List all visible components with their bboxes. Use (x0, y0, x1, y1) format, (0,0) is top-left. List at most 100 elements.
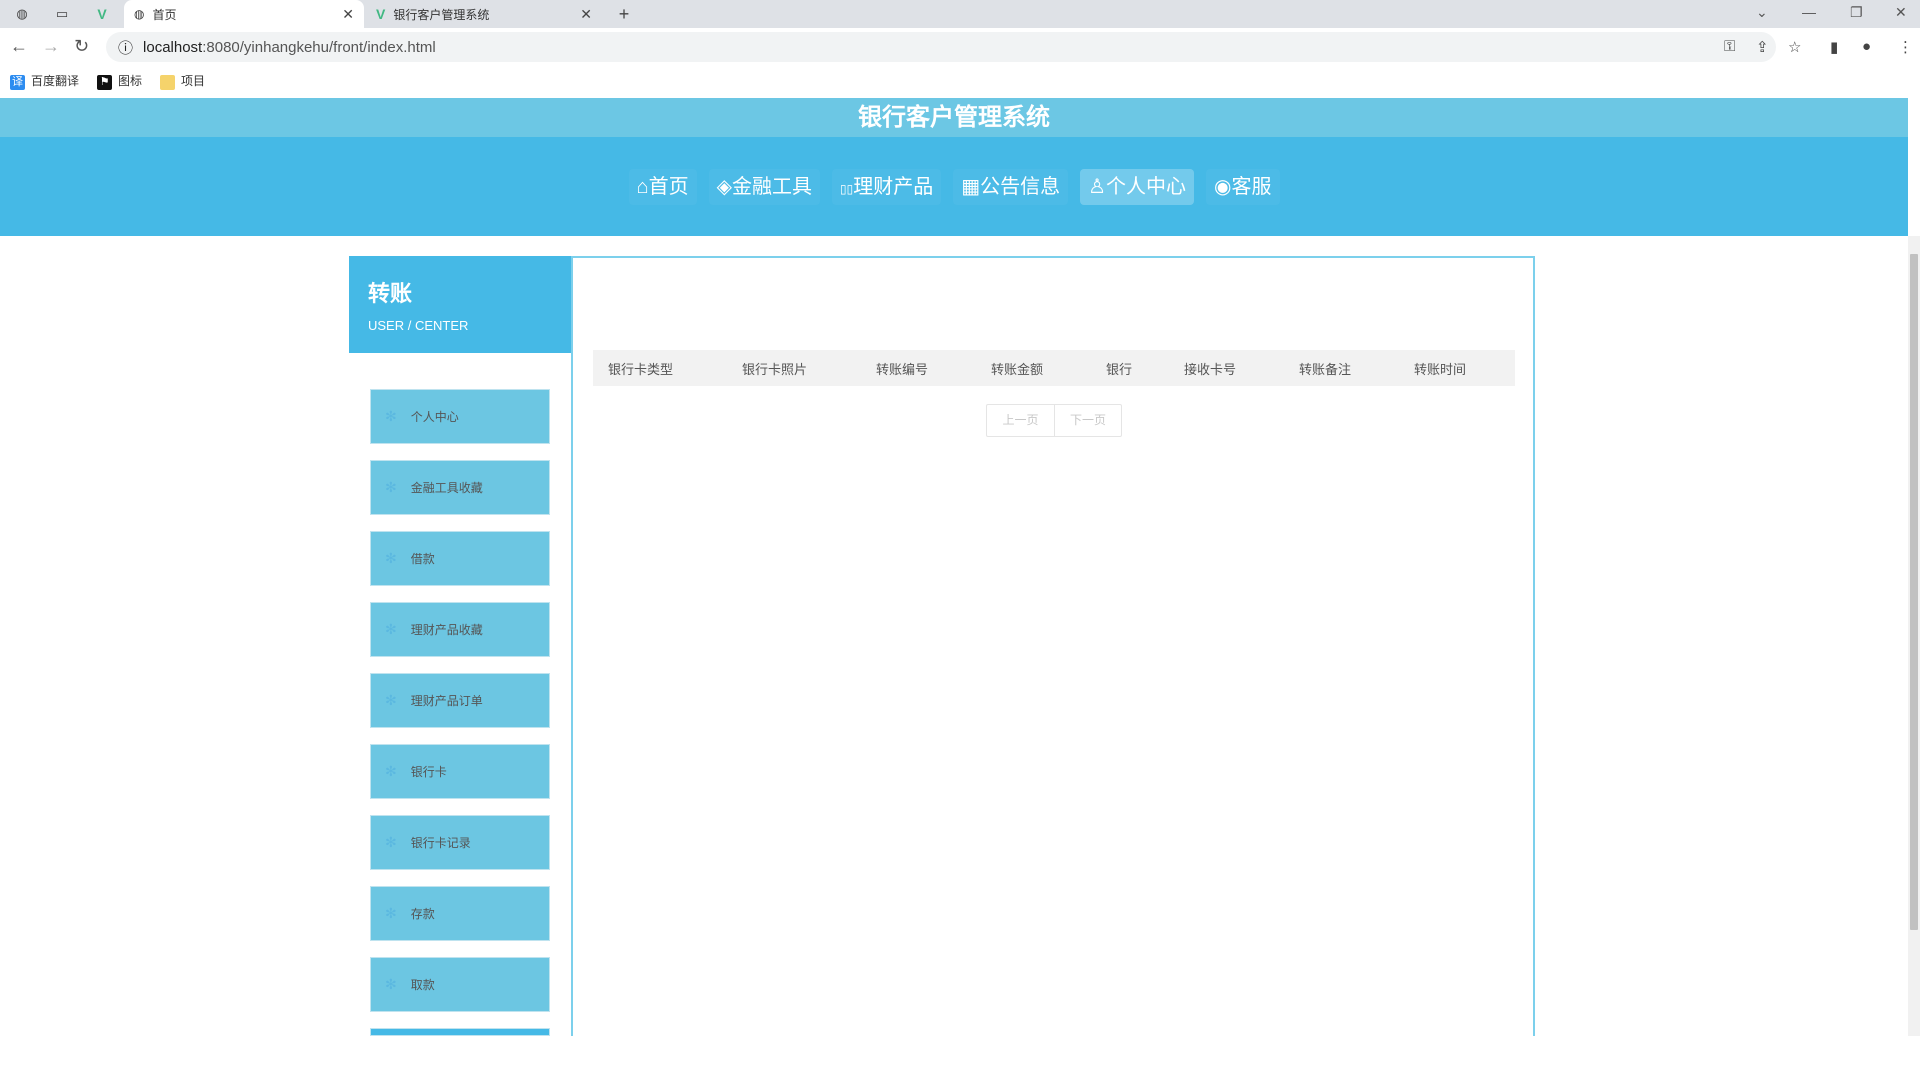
grid-icon: ▦ (961, 176, 981, 198)
sidebar-item[interactable]: ✻ 银行卡记录 (370, 815, 550, 870)
column-header: 转账编号 (876, 361, 929, 377)
product-icon: ▯▯ (839, 182, 854, 196)
bookmark-label: 百度翻译 (31, 74, 80, 89)
new-tab-icon[interactable]: + (614, 4, 634, 24)
sidebar-item-label: 借款 (410, 552, 435, 566)
snowflake-icon: ✻ (385, 692, 397, 708)
folder-icon (160, 74, 176, 90)
column-header: 转账金额 (991, 361, 1044, 377)
prev-page-button[interactable]: 上一页 (987, 405, 1054, 436)
sidebar-item-partial[interactable] (370, 1028, 550, 1036)
sidebar-item[interactable]: ✻ 个人中心 (370, 389, 550, 444)
sidebar-item[interactable]: ✻ 理财产品订单 (370, 673, 550, 728)
main-nav: ⌂首页 ◈金融工具 ▯▯理财产品 ▦公告信息 ♙个人中心 ◉客服 (0, 137, 1908, 236)
site-title: 银行客户管理系统 (0, 98, 1908, 137)
reload-icon[interactable]: ↻ (74, 36, 89, 57)
sidebar-item-label: 个人中心 (410, 410, 459, 424)
tab-search-icon[interactable]: ⌄ (1756, 4, 1768, 21)
share-icon[interactable]: ⇪ (1756, 38, 1769, 56)
menu-icon[interactable]: ⋮ (1898, 38, 1913, 56)
column-header: 银行 (1106, 361, 1133, 377)
chat-icon: ◉ (1214, 176, 1232, 198)
bookmark-label: 项目 (181, 74, 206, 89)
sidebar-item[interactable]: ✻ 银行卡 (370, 744, 550, 799)
pagination: 上一页 下一页 (986, 404, 1122, 437)
vue-logo-icon[interactable]: V (92, 4, 112, 24)
globe-icon[interactable]: ◍ (12, 4, 32, 24)
sidebar-item-label: 取款 (410, 978, 435, 992)
scrollbar-thumb[interactable] (1910, 254, 1918, 930)
snowflake-icon: ✻ (385, 834, 397, 850)
nav-label: 客服 (1231, 176, 1272, 198)
info-icon: ⓘ (118, 39, 134, 57)
snowflake-icon: ✻ (385, 408, 397, 424)
minimize-icon[interactable]: — (1802, 4, 1816, 20)
nav-label: 金融工具 (731, 176, 812, 198)
url-path: :8080/yinhangkehu/front/index.html (202, 38, 436, 56)
restore-icon[interactable]: ❐ (1850, 4, 1863, 21)
sidebar-title: 转账 (368, 281, 413, 306)
star-icon[interactable]: ☆ (1788, 38, 1801, 56)
browser-tab-bar: ◍ ▭ V ◍ 首页 ✕ V 银行客户管理系统 ✕ + ⌄ — ❐ ✕ (0, 0, 1920, 28)
url-input[interactable]: ⓘ localhost:8080/yinhangkehu/front/index… (106, 32, 1776, 62)
nav-user-center[interactable]: ♙个人中心 (1080, 169, 1195, 205)
tab-home[interactable]: ◍ 首页 ✕ (124, 0, 364, 28)
nav-announcements[interactable]: ▦公告信息 (953, 169, 1069, 205)
nav-wealth-products[interactable]: ▯▯理财产品 (831, 169, 942, 205)
table-header: 银行卡类型 银行卡照片 转账编号 转账金额 银行 接收卡号 转账备注 转账时间 (593, 350, 1515, 386)
tab-title: 银行客户管理系统 (393, 7, 490, 22)
close-tab-icon[interactable]: ✕ (342, 6, 354, 23)
bookmark-baidu-translate[interactable]: 译百度翻译 (10, 72, 80, 90)
column-header: 转账时间 (1414, 361, 1467, 377)
user-icon: ♙ (1088, 176, 1107, 198)
nav-financial-tools[interactable]: ◈金融工具 (708, 169, 820, 205)
sidebar-item-label: 理财产品订单 (410, 694, 483, 708)
snowflake-icon: ✻ (385, 621, 397, 637)
next-page-button[interactable]: 下一页 (1054, 405, 1121, 436)
sidebar-item-label: 存款 (410, 907, 435, 921)
sidebar-item[interactable]: ✻ 金融工具收藏 (370, 460, 550, 515)
sidebar-subtitle: USER / CENTER (368, 318, 469, 333)
snowflake-icon: ✻ (385, 763, 397, 779)
vue-logo-icon: V (376, 6, 386, 22)
sidebar-item[interactable]: ✻ 理财产品收藏 (370, 602, 550, 657)
snowflake-icon: ✻ (385, 976, 397, 992)
profile-icon[interactable]: ● (1862, 38, 1871, 55)
tab-system[interactable]: V 银行客户管理系统 ✕ (366, 0, 602, 28)
nav-home[interactable]: ⌂首页 (628, 169, 697, 205)
blank-tab-icon[interactable]: ▭ (52, 4, 72, 24)
content-panel: 银行卡类型 银行卡照片 转账编号 转账金额 银行 接收卡号 转账备注 转账时间 … (571, 256, 1535, 1036)
key-icon[interactable]: ⚿ (1724, 38, 1735, 55)
column-header: 接收卡号 (1184, 361, 1237, 377)
bookmark-icons[interactable]: ⚑ 图标 (97, 72, 143, 90)
column-header: 银行卡照片 (742, 361, 808, 377)
nav-label: 理财产品 (853, 176, 934, 198)
sidebar-item[interactable]: ✻ 取款 (370, 957, 550, 1012)
sidebar-item-label: 金融工具收藏 (410, 481, 483, 495)
back-icon[interactable]: ← (10, 36, 28, 57)
bookmark-project[interactable]: 项目 (160, 72, 206, 90)
sidebar-header: 转账 USER / CENTER (349, 256, 571, 353)
column-header: 转账备注 (1299, 361, 1352, 377)
sidebar-item[interactable]: ✻ 借款 (370, 531, 550, 586)
forward-icon[interactable]: → (42, 36, 60, 57)
nav-customer-service[interactable]: ◉客服 (1206, 169, 1280, 205)
sidebar-item-label: 银行卡记录 (410, 836, 471, 850)
home-icon: ⌂ (636, 176, 649, 198)
bookmarks-bar: 译百度翻译 ⚑ 图标 项目 (0, 66, 1920, 96)
close-window-icon[interactable]: ✕ (1895, 4, 1907, 21)
translate-icon: 译 (10, 74, 25, 90)
close-tab-icon[interactable]: ✕ (580, 6, 592, 23)
sidebar-item-label: 银行卡 (410, 765, 447, 779)
side-panel-icon[interactable]: ▮ (1830, 38, 1838, 56)
snowflake-icon: ✻ (385, 550, 397, 566)
snowflake-icon: ✻ (385, 905, 397, 921)
layers-icon: ◈ (716, 176, 732, 198)
column-header: 银行卡类型 (608, 361, 674, 377)
sidebar-item[interactable]: ✻ 存款 (370, 886, 550, 941)
bookmark-label: 图标 (118, 74, 143, 89)
nav-label: 首页 (648, 176, 689, 198)
nav-label: 个人中心 (1106, 176, 1187, 198)
tab-title: 首页 (152, 7, 177, 22)
sidebar-item-label: 理财产品收藏 (410, 623, 483, 637)
